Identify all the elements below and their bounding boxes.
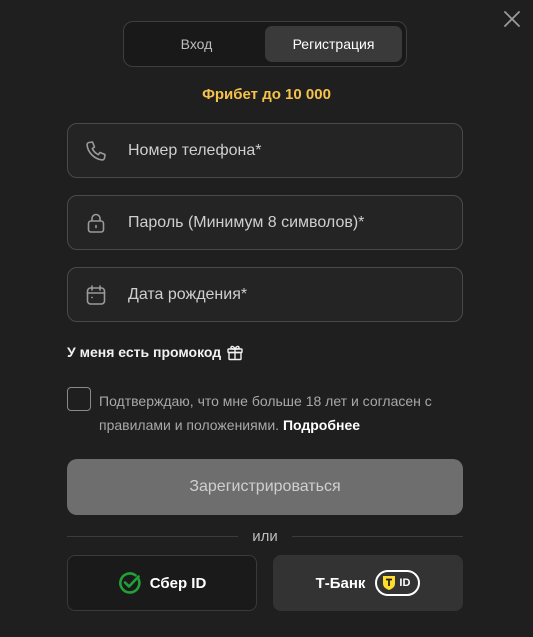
tbank-label: Т-Банк: [315, 574, 366, 592]
promo-code-label: У меня есть промокод: [67, 344, 222, 360]
consent-text-block: Подтверждаю, что мне больше 18 лет и сог…: [99, 389, 469, 437]
close-button[interactable]: [501, 8, 523, 30]
freebet-banner: Фрибет до 10 000: [202, 86, 331, 103]
or-divider: или: [67, 527, 464, 545]
sber-check-icon: [118, 571, 142, 595]
divider-line-right: [291, 535, 464, 537]
tbank-id-button[interactable]: Т-Банк ID: [273, 555, 463, 611]
promo-code-toggle[interactable]: У меня есть промокод: [67, 343, 244, 361]
phone-input[interactable]: [128, 141, 448, 160]
close-icon: [504, 11, 520, 27]
registration-modal: Вход Регистрация Фрибет до 10 000 Номер …: [0, 0, 533, 637]
phone-icon: [84, 139, 108, 163]
tbank-shield-icon: [382, 575, 396, 591]
sber-id-label: Сбер ID: [149, 574, 207, 592]
gift-icon: [226, 343, 244, 361]
consent-details-link[interactable]: Подробнее: [283, 417, 360, 433]
sber-id-button[interactable]: Сбер ID: [67, 555, 257, 611]
birthdate-field[interactable]: [67, 267, 463, 322]
consent-text: Подтверждаю, что мне больше 18 лет и сог…: [99, 393, 432, 433]
tbank-id-text: ID: [399, 577, 411, 589]
divider-text: или: [252, 527, 278, 545]
password-field[interactable]: [67, 195, 463, 250]
tab-registration[interactable]: Регистрация: [265, 26, 402, 62]
divider-line-left: [67, 535, 239, 537]
lock-icon: [84, 211, 108, 235]
phone-field[interactable]: [67, 123, 463, 178]
auth-tabs: Вход Регистрация: [123, 21, 407, 67]
birthdate-input[interactable]: [128, 285, 448, 304]
age-consent-checkbox[interactable]: [67, 387, 91, 411]
register-button[interactable]: Зарегистрироваться: [67, 459, 463, 515]
tab-login[interactable]: Вход: [128, 26, 265, 62]
password-input[interactable]: [128, 213, 448, 232]
tbank-id-badge: ID: [375, 570, 421, 596]
calendar-icon: [84, 283, 108, 307]
